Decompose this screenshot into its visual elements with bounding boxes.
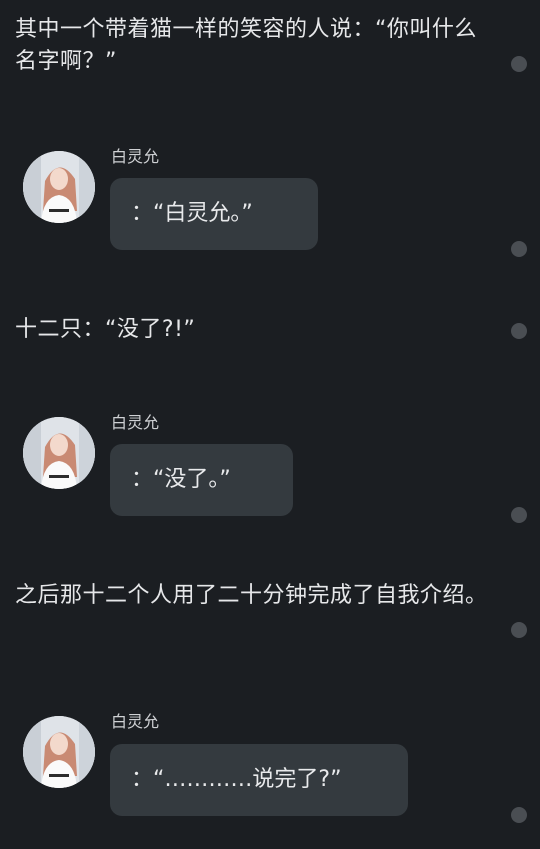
narration-text: 其中一个带着猫一样的笑容的人说：“你叫什么名字啊？”: [15, 17, 477, 74]
message-options-dot-icon[interactable]: [511, 507, 527, 523]
avatar-photo: [23, 716, 95, 788]
message-options-dot-icon[interactable]: [511, 56, 527, 72]
message-options-dot-icon[interactable]: [511, 807, 527, 823]
message-options-dot-icon[interactable]: [511, 241, 527, 257]
avatar[interactable]: [23, 417, 95, 489]
narration-text: 之后那十二个人用了二十分钟完成了自我介绍。: [15, 583, 488, 608]
chat-bubble: ：“…………说完了?”: [110, 744, 408, 816]
speaker-name: 白灵允: [111, 147, 160, 166]
narration-text: 十二只：“没了?!”: [15, 317, 196, 342]
speaker-name: 白灵允: [111, 413, 160, 432]
avatar-photo: [23, 417, 95, 489]
avatar[interactable]: [23, 716, 95, 788]
avatar[interactable]: [23, 151, 95, 223]
avatar-photo: [23, 151, 95, 223]
speaker-name: 白灵允: [111, 712, 160, 731]
chat-bubble: ：“白灵允。”: [110, 178, 318, 250]
message-options-dot-icon[interactable]: [511, 323, 527, 339]
chat-bubble: ：“没了。”: [110, 444, 293, 516]
message-options-dot-icon[interactable]: [511, 622, 527, 638]
